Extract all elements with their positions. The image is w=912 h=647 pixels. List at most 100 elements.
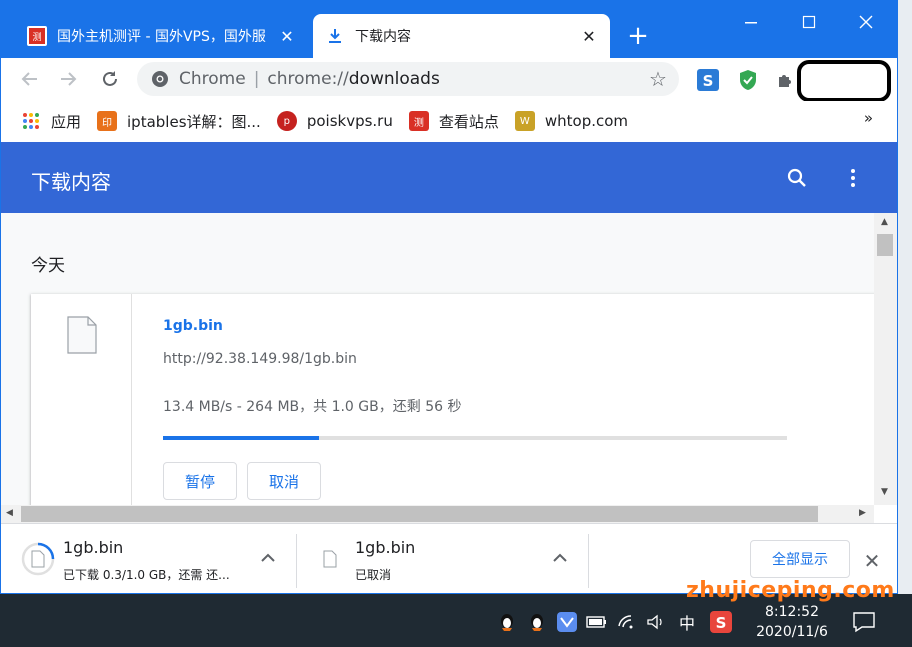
shelf-file-name: 1gb.bin <box>355 538 416 557</box>
address-bar[interactable]: Chrome | chrome://downloads ☆ <box>137 62 679 96</box>
tab-strip: 测 国外主机测评 - 国外VPS，国外服 ✕ 下载内容 ✕ + <box>1 1 897 58</box>
tab-title: 国外主机测评 - 国外VPS，国外服 <box>57 29 266 45</box>
site-watermark: zhujiceping.com <box>686 578 895 603</box>
bookmark-check-site[interactable]: 测 查看站点 <box>401 105 507 137</box>
scroll-right-arrow-icon[interactable]: ▶ <box>859 508 866 518</box>
tab-downloads[interactable]: 下载内容 ✕ <box>313 14 610 58</box>
file-icon <box>323 550 337 568</box>
minimize-button[interactable] <box>731 7 771 37</box>
download-icon <box>325 26 345 46</box>
tab-zhujiceping[interactable]: 测 国外主机测评 - 国外VPS，国外服 ✕ <box>15 14 308 58</box>
scroll-left-arrow-icon[interactable]: ◀ <box>6 508 13 518</box>
forward-button[interactable] <box>53 64 83 94</box>
chrome-window: 测 国外主机测评 - 国外VPS，国外服 ✕ 下载内容 ✕ + Chrome |… <box>0 0 898 594</box>
card-icon-area <box>31 294 132 505</box>
file-icon <box>67 316 97 354</box>
vertical-scrollbar[interactable] <box>874 213 897 505</box>
bookmarks-bar: 应用 印 iptables详解：图... p poiskvps.ru 测 查看站… <box>1 101 897 141</box>
tab-title: 下载内容 <box>355 29 411 45</box>
vertical-scroll-thumb[interactable] <box>877 234 893 256</box>
notification-center-icon[interactable] <box>852 611 876 633</box>
shelf-download-item[interactable]: 1gb.bin 已取消 <box>311 534 589 588</box>
date-group-label: 今天 <box>31 256 65 276</box>
omnibox-url: chrome://downloads <box>267 69 439 89</box>
sogou-input-icon[interactable]: S <box>710 611 732 633</box>
redacted-profile-area <box>797 60 891 102</box>
omnibox-path: downloads <box>348 69 440 89</box>
qq-penguin-icon[interactable] <box>526 611 548 633</box>
extension-s-icon[interactable]: S <box>696 68 720 92</box>
file-source-url[interactable]: http://92.38.149.98/1gb.bin <box>163 351 357 367</box>
back-button[interactable] <box>15 64 45 94</box>
new-tab-button[interactable]: + <box>623 21 653 51</box>
toolbar: Chrome | chrome://downloads ☆ S <box>1 58 897 102</box>
site-favicon-icon: 测 <box>27 26 47 46</box>
ce-favicon-icon: 测 <box>408 111 429 131</box>
omnibox-separator: | <box>253 69 260 89</box>
shelf-download-item[interactable]: 1gb.bin 已下载 0.3/1.0 GB，还需 还... <box>19 534 297 588</box>
chevron-up-icon[interactable] <box>550 548 570 568</box>
system-clock[interactable]: 8:12:52 2020/11/6 <box>752 602 832 642</box>
reload-button[interactable] <box>95 64 125 94</box>
bookmark-iptables[interactable]: 印 iptables详解：图... <box>89 105 269 137</box>
desktop-edge <box>898 0 912 594</box>
ime-indicator[interactable]: 中 <box>676 611 698 633</box>
horizontal-scroll-thumb[interactable] <box>21 506 818 522</box>
download-progress-bar <box>163 436 787 440</box>
chrome-page-icon <box>152 71 168 87</box>
show-all-button[interactable]: 全部显示 <box>750 540 850 578</box>
yin-favicon-icon: 印 <box>97 111 118 131</box>
svg-text:测: 测 <box>32 32 41 43</box>
search-icon[interactable] <box>785 166 809 190</box>
scroll-up-arrow-icon[interactable]: ▲ <box>881 217 888 227</box>
close-shelf-icon[interactable]: ✕ <box>859 548 885 574</box>
downloads-list: 今天 1gb.bin http://92.38.149.98/1gb.bin 1… <box>1 213 874 505</box>
clock-date: 2020/11/6 <box>756 624 828 640</box>
wifi-icon[interactable] <box>616 611 638 633</box>
clock-time: 8:12:52 <box>765 604 819 620</box>
download-card: 1gb.bin http://92.38.149.98/1gb.bin 13.4… <box>31 294 874 505</box>
downloads-header: 下载内容 <box>1 142 897 213</box>
tab-close-icon[interactable]: ✕ <box>274 23 300 49</box>
feishu-icon[interactable] <box>556 611 578 633</box>
volume-icon[interactable] <box>645 611 667 633</box>
bookmark-star-icon[interactable]: ☆ <box>647 67 669 91</box>
bookmark-whtop[interactable]: W whtop.com <box>507 105 636 137</box>
page-title: 下载内容 <box>31 170 111 194</box>
pause-button[interactable]: 暂停 <box>163 462 237 500</box>
bookmarks-overflow-button[interactable]: » <box>864 109 873 127</box>
shelf-file-status: 已下载 0.3/1.0 GB，还需 还... <box>63 568 230 582</box>
close-window-button[interactable] <box>846 7 886 37</box>
shelf-file-name: 1gb.bin <box>63 538 124 557</box>
extensions-puzzle-icon[interactable] <box>774 68 798 92</box>
svg-text:S: S <box>703 72 714 90</box>
apps-grid-icon <box>21 111 41 131</box>
bookmark-label: whtop.com <box>544 112 629 130</box>
cancel-button[interactable]: 取消 <box>247 462 321 500</box>
download-progress-fill <box>163 436 319 440</box>
bookmark-apps[interactable]: 应用 <box>13 105 89 137</box>
maximize-button[interactable] <box>789 7 829 37</box>
bookmark-poiskvps[interactable]: p poiskvps.ru <box>269 105 401 137</box>
chevron-up-icon[interactable] <box>258 548 278 568</box>
omnibox-scheme: chrome:// <box>267 69 349 89</box>
shield-extension-icon[interactable] <box>736 68 760 92</box>
bookmark-label: 查看站点 <box>438 112 499 131</box>
more-vert-icon[interactable] <box>841 166 865 190</box>
bookmark-label: 应用 <box>51 112 82 131</box>
shelf-file-status: 已取消 <box>355 568 392 582</box>
battery-icon[interactable] <box>586 611 608 633</box>
qq-penguin-icon[interactable] <box>496 611 518 633</box>
screen: 测 国外主机测评 - 国外VPS，国外服 ✕ 下载内容 ✕ + Chrome |… <box>0 0 912 647</box>
file-name-link[interactable]: 1gb.bin <box>163 318 223 334</box>
bookmark-label: poiskvps.ru <box>306 112 393 130</box>
windows-taskbar: 中 S 8:12:52 2020/11/6 <box>0 597 912 647</box>
download-progress-ring-icon <box>21 542 55 576</box>
tab-close-icon[interactable]: ✕ <box>576 23 602 49</box>
poiskvps-favicon-icon: p <box>276 111 297 131</box>
whtop-favicon-icon: W <box>514 111 535 131</box>
svg-text:S: S <box>716 614 727 632</box>
scroll-down-arrow-icon[interactable]: ▼ <box>881 487 888 497</box>
omnibox-host: Chrome <box>179 69 246 89</box>
bookmark-label: iptables详解：图... <box>127 112 261 131</box>
